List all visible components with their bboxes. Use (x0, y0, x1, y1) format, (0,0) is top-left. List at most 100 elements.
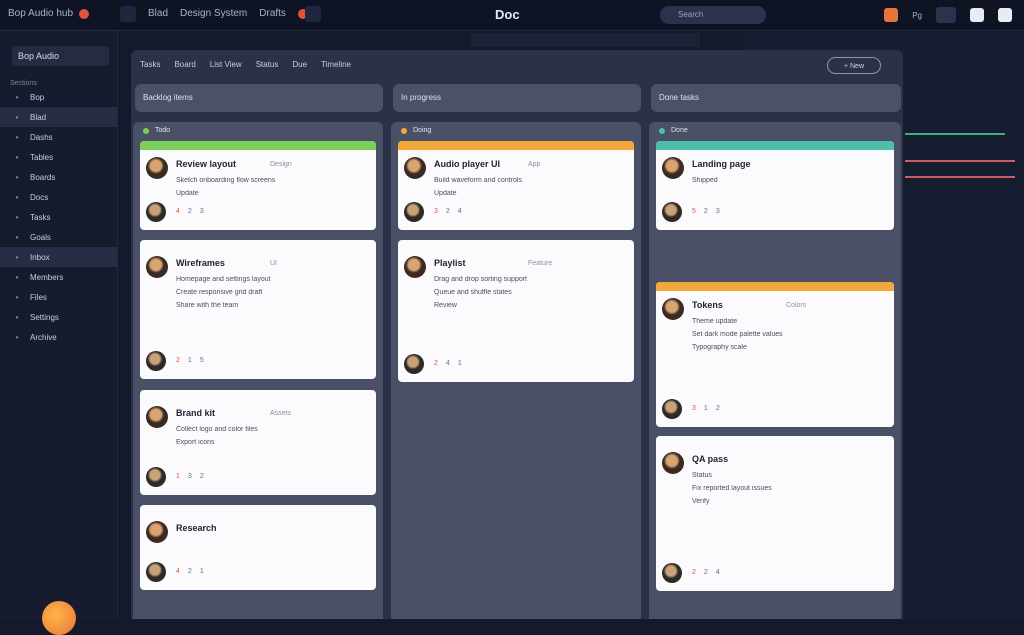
sidebar-item-label: Settings (30, 312, 59, 322)
heart-count[interactable]: 5 (692, 208, 696, 215)
task-card[interactable]: Landing page Shipped 5 2 3 (656, 141, 894, 230)
workspace-switcher[interactable]: Bop Audio hub (8, 8, 90, 19)
board-tab[interactable]: Due (292, 60, 307, 69)
task-card[interactable]: Wireframes UI Homepage and settings layout… (140, 240, 376, 379)
search-input[interactable]: Search (660, 6, 766, 24)
column-header[interactable]: In progress (393, 84, 641, 112)
comment-count[interactable]: 1 (188, 357, 192, 364)
assignee-avatar[interactable] (146, 256, 168, 278)
sidebar-item[interactable]: • Archive (0, 327, 117, 347)
user-icon[interactable] (998, 8, 1012, 22)
board-column: Todo Review layout Design Sketch onboarding… (133, 122, 383, 619)
bullet-icon: • (15, 192, 19, 202)
column-header[interactable]: Backlog items (135, 84, 383, 112)
workspace-label: Bop Audio hub (8, 8, 74, 19)
commenter-avatar (146, 202, 166, 222)
heart-count[interactable]: 4 (176, 568, 180, 575)
bullet-icon: • (15, 212, 19, 222)
attachment-count[interactable]: 1 (200, 568, 204, 575)
column-header[interactable]: Done tasks (651, 84, 901, 112)
sidebar-item[interactable]: • Blad (0, 107, 117, 127)
card-status-stripe (656, 141, 894, 150)
comment-count[interactable]: 2 (446, 208, 450, 215)
assignee-avatar[interactable] (146, 157, 168, 179)
card-text: Update (176, 190, 199, 197)
sidebar-workspace[interactable]: Bop Audio (12, 46, 109, 66)
sidebar-item[interactable]: • Dashs (0, 127, 117, 147)
bullet-icon: • (15, 292, 19, 302)
notification-dot (79, 8, 90, 19)
sidebar-item[interactable]: • Boards (0, 167, 117, 187)
assignee-avatar[interactable] (146, 406, 168, 428)
assignee-avatar[interactable] (662, 452, 684, 474)
board-tab[interactable]: Tasks (140, 60, 160, 69)
sidebar-item[interactable]: • Tables (0, 147, 117, 167)
task-card[interactable]: Research 4 2 1 (140, 505, 376, 590)
board-tab[interactable]: Status (256, 60, 279, 69)
card-text: Set dark mode palette values (692, 331, 783, 338)
task-card[interactable]: Audio player UI App Build waveform and con… (398, 141, 634, 230)
sidebar-item[interactable]: • Inbox (0, 247, 117, 267)
more-icon[interactable] (305, 6, 321, 22)
attachment-count[interactable]: 1 (458, 360, 462, 367)
sidebar-item[interactable]: • Files (0, 287, 117, 307)
board-tab[interactable]: Board (174, 60, 195, 69)
assignee-avatar[interactable] (404, 157, 426, 179)
settings-icon[interactable] (970, 8, 984, 22)
sidebar-item[interactable]: • Docs (0, 187, 117, 207)
board-tab[interactable]: Timeline (321, 60, 351, 69)
heart-count[interactable]: 3 (434, 208, 438, 215)
comment-count[interactable]: 1 (704, 405, 708, 412)
comment-count[interactable]: 3 (188, 473, 192, 480)
assignee-avatar[interactable] (146, 521, 168, 543)
heart-count[interactable]: 2 (176, 357, 180, 364)
breadcrumb-item[interactable]: Design System (180, 8, 247, 19)
share-icon[interactable] (884, 8, 899, 22)
attachment-count[interactable]: 4 (458, 208, 462, 215)
attachment-count[interactable]: 3 (200, 208, 204, 215)
task-card[interactable]: Brand kit Assets Collect logo and color fi… (140, 390, 376, 495)
attachment-count[interactable]: 5 (200, 357, 204, 364)
assignee-avatar[interactable] (662, 298, 684, 320)
attachment-count[interactable]: 4 (716, 569, 720, 576)
heart-count[interactable]: 1 (176, 473, 180, 480)
comment-count[interactable]: 2 (188, 208, 192, 215)
comment-count[interactable]: 2 (188, 568, 192, 575)
attachment-count[interactable]: 2 (716, 405, 720, 412)
heart-count[interactable]: 3 (692, 405, 696, 412)
heart-count[interactable]: 2 (434, 360, 438, 367)
card-title: Brand kit (176, 408, 216, 418)
assignee-avatar[interactable] (404, 256, 426, 278)
sidebar-toggle-icon[interactable] (120, 6, 136, 22)
commenter-avatar (146, 562, 166, 582)
card-footer: 5 2 3 (692, 208, 720, 215)
comment-count[interactable]: 2 (704, 208, 708, 215)
task-card[interactable]: Playlist Feature Drag and drop sorting sup… (398, 240, 634, 382)
breadcrumb-item[interactable]: Blad (148, 8, 168, 19)
new-item-button[interactable]: + New (827, 57, 881, 74)
card-category: App (528, 161, 541, 168)
comment-count[interactable]: 4 (446, 360, 450, 367)
heart-count[interactable]: 2 (692, 569, 696, 576)
task-card[interactable]: Review layout Design Sketch onboarding flo… (140, 141, 376, 230)
heart-count[interactable]: 4 (176, 208, 180, 215)
sidebar-item[interactable]: • Settings (0, 307, 117, 327)
sidebar-item[interactable]: • Members (0, 267, 117, 287)
assignee-avatar[interactable] (662, 157, 684, 179)
sidebar-item[interactable]: • Goals (0, 227, 117, 247)
card-category: Colors (786, 302, 807, 309)
sidebar-item[interactable]: • Bop (0, 87, 117, 107)
attachment-count[interactable]: 2 (200, 473, 204, 480)
comment-count[interactable]: 2 (704, 569, 708, 576)
card-status-stripe (398, 141, 634, 150)
sidebar-item-label: Files (30, 292, 47, 302)
board-tab[interactable]: List View (210, 60, 242, 69)
sidebar-item[interactable]: • Tasks (0, 207, 117, 227)
attachment-count[interactable]: 3 (716, 208, 720, 215)
task-card[interactable]: QA pass Status Fix reported layout issues V… (656, 436, 894, 591)
breadcrumb-item[interactable]: Drafts (259, 8, 286, 19)
view-toggle-icon[interactable] (936, 7, 956, 23)
user-avatar[interactable] (42, 601, 76, 635)
task-card[interactable]: Tokens Colors Theme update Set dark mode pa… (656, 282, 894, 427)
card-footer: 3 1 2 (692, 405, 720, 412)
